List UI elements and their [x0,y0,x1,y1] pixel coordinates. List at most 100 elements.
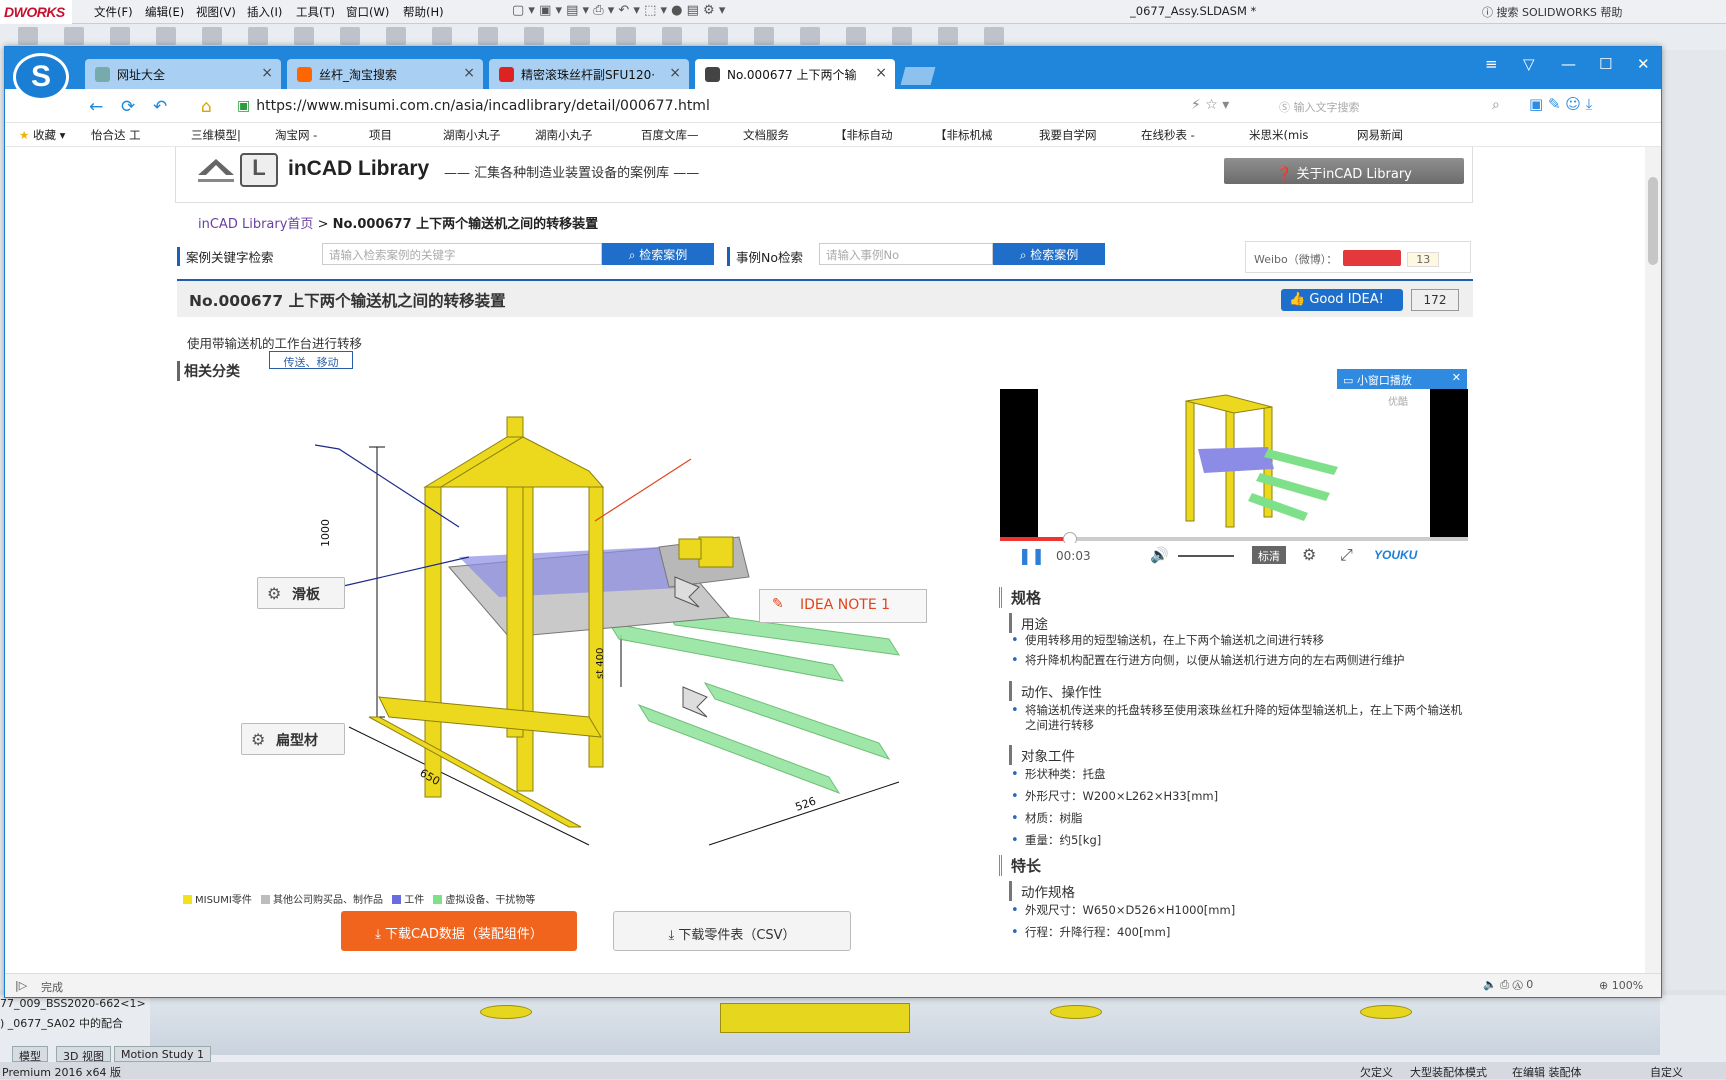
toolbar-icon[interactable] [524,27,544,45]
bookmark-item[interactable]: 湖南小丸子 [535,127,593,143]
extensions-icon[interactable]: ▣ ✎ ☺ ⤓ [1529,95,1592,113]
tree-item[interactable]: 77_009_BSS2020-662<1> [0,997,150,1010]
menu-icon[interactable]: ≡ [1485,55,1498,73]
bookmark-item[interactable]: 【非标自动 [835,127,893,143]
keyword-search-input[interactable]: 请输入检索案例的关键字 [322,243,602,265]
close-icon[interactable]: × [261,65,273,81]
bookmark-item[interactable]: 百度文库— [641,127,699,143]
idea-note-button[interactable]: ✎ IDEA NOTE 1 [759,589,927,623]
bookmark-item[interactable]: 网易新闻 [1357,127,1403,143]
toolbar-icon[interactable] [662,27,682,45]
volume-icon[interactable]: 🔊 [1150,546,1169,564]
fullscreen-icon[interactable]: ⤢ [1340,545,1353,565]
pause-icon[interactable]: ❚❚ [1018,546,1045,565]
toolbar-icon[interactable] [892,27,912,45]
video-player[interactable]: 优酷 [1000,389,1468,539]
caseno-search-button[interactable]: ⌕ 检索案例 [993,243,1105,265]
new-doc-icon[interactable]: ▢ ▾ ▣ ▾ ▤ ▾ ⎙ ▾ ↶ ▾ ⬚ ▾ ● ▤ ⚙ ▾ [512,3,725,18]
category-tag[interactable]: 传送、移动 [269,351,353,369]
bookmark-item[interactable]: 在线秒表 - [1141,127,1195,143]
toolbar-icon[interactable] [432,27,452,45]
skin-icon[interactable]: ▽ [1523,55,1535,73]
toolbar-icon[interactable] [984,27,1004,45]
bookmark-item[interactable]: 湖南小丸子 [443,127,501,143]
bookmark-favorites[interactable]: ★ 收藏 ▾ [19,127,65,143]
breadcrumb-home-link[interactable]: inCAD Library首页 [198,217,313,232]
menu-tools[interactable]: 工具(T) [296,4,335,20]
bookmark-item[interactable]: 项目 [369,127,392,143]
sidebar-toggle-icon[interactable]: |▷ [15,979,27,992]
popout-video-button[interactable]: ▭ 小窗口播放 ✕ [1337,369,1467,389]
toolbar-icon[interactable] [616,27,636,45]
menu-edit[interactable]: 编辑(E) [145,4,184,20]
toolbar-icon[interactable] [202,27,222,45]
help-search[interactable]: ⓘ 搜索 SOLIDWORKS 帮助⌕ ▾ [1482,2,1642,33]
browser-search-input[interactable]: Ⓢ 输入文字搜索 [1275,96,1520,118]
keyword-search-button[interactable]: ⌕ 检索案例 [602,243,714,265]
refresh-icon[interactable]: ⟳ [121,97,135,117]
caseno-search-input[interactable]: 请输入事例No [819,243,993,265]
status-icons[interactable]: 🔈 ⎙ Ⓐ 0 [1483,978,1533,992]
bookmark-item[interactable]: 三维模型| [191,127,241,143]
video-progress[interactable] [1000,532,1468,546]
toolbar-icon[interactable] [156,27,176,45]
settings-icon[interactable]: ⚙ [1302,545,1316,564]
tab-model[interactable]: 模型 [12,1046,48,1063]
volume-slider[interactable] [1178,555,1234,557]
minimize-icon[interactable]: — [1561,55,1576,73]
home-icon[interactable]: ⌂ [201,97,212,117]
toolbar-icon[interactable] [478,27,498,45]
maximize-icon[interactable]: ☐ [1599,55,1612,73]
new-tab-button[interactable] [900,67,936,85]
toolbar-icon[interactable] [846,27,866,45]
toolbar-icon[interactable] [800,27,820,45]
toolbar-icon[interactable] [64,27,84,45]
tab-incad-detail[interactable]: No.000677 上下两个输 × [695,59,895,89]
tab-ballscrew[interactable]: 精密滚珠丝杆副SFU120· × [489,59,689,89]
download-cad-button[interactable]: ⤓ 下载CAD数据（装配组件） [341,911,577,951]
speed-icon[interactable]: ⚡ ☆ ▾ [1191,97,1229,113]
about-button[interactable]: ❓ 关于inCAD Library [1224,158,1464,184]
tree-item[interactable]: ) _0677_SA02 中的配合 [0,1015,150,1031]
menu-help[interactable]: 帮助(H) [403,4,444,20]
back-icon[interactable]: ← [89,97,103,117]
close-icon[interactable]: × [875,65,887,81]
scrollbar-thumb[interactable] [1648,177,1658,265]
menu-window[interactable]: 窗口(W) [346,4,389,20]
undo-icon[interactable]: ↶ [153,97,167,117]
toolbar-icon[interactable] [294,27,314,45]
toolbar-icon[interactable] [110,27,130,45]
toolbar-icon[interactable] [708,27,728,45]
menu-insert[interactable]: 插入(I) [247,4,282,20]
tab-motion-study[interactable]: Motion Study 1 [114,1046,212,1062]
tab-taobao[interactable]: 丝杆_淘宝搜索 × [287,59,483,89]
weibo-button[interactable] [1343,250,1402,266]
close-icon[interactable]: × [669,65,681,81]
toolbar-icon[interactable] [386,27,406,45]
toolbar-icon[interactable] [248,27,268,45]
search-icon[interactable]: ⌕ [1492,97,1500,113]
menu-file[interactable]: 文件(F) [94,4,133,20]
youku-logo[interactable]: YOUKU [1374,548,1417,562]
isometric-diagram[interactable]: 1000 650 526 st 400 [229,397,915,869]
bookmark-item[interactable]: 文档服务 [743,127,789,143]
toolbar-icon[interactable] [18,27,38,45]
toolbar-icon[interactable] [340,27,360,45]
bookmark-item[interactable]: 淘宝网 - [275,127,317,143]
tab-3d-view[interactable]: 3D 视图 [56,1046,111,1063]
tab-site-nav[interactable]: 网址大全 × [85,59,281,89]
bookmark-item[interactable]: 我要自学网 [1039,127,1097,143]
status-custom[interactable]: 自定义 [1650,1064,1683,1080]
graphics-area[interactable] [150,995,1660,1055]
callout-flat-bar[interactable]: ⚙ 扁型材 [241,723,345,755]
toolbar-icon[interactable] [938,27,958,45]
zoom-level[interactable]: ⊕ 100% [1599,979,1643,992]
toolbar-icon[interactable] [570,27,590,45]
close-icon[interactable]: × [463,65,475,81]
close-window-icon[interactable]: ✕ [1637,55,1650,73]
bookmark-item[interactable]: 【非标机械 [935,127,993,143]
bookmark-item[interactable]: 怡合达 工 [91,127,141,143]
callout-slide-plate[interactable]: ⚙ 滑板 [257,577,345,609]
download-csv-button[interactable]: ⤓ 下载零件表（CSV） [613,911,851,951]
good-idea-button[interactable]: 👍 Good IDEA! [1281,289,1403,311]
